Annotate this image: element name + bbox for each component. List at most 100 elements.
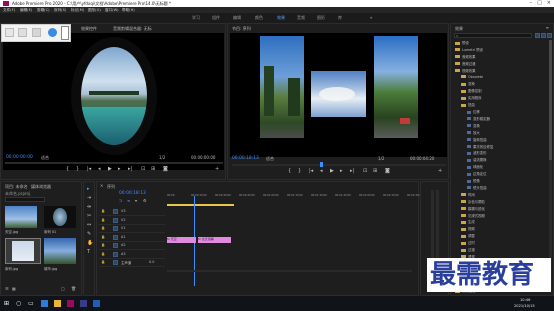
- overwrite-icon[interactable]: ⊞: [151, 167, 155, 172]
- task-view-icon[interactable]: ▭: [28, 300, 34, 307]
- effects-folder[interactable]: 生成: [461, 219, 475, 224]
- type-tool-icon[interactable]: T: [87, 249, 90, 255]
- effects-folder[interactable]: 时间: [461, 192, 475, 197]
- effect-item[interactable]: 湍流置换: [467, 157, 487, 162]
- prog-step-back-frame-icon[interactable]: ◂: [320, 169, 323, 174]
- lock-icon[interactable]: 🔒: [101, 243, 105, 247]
- lift-icon[interactable]: ⊡: [363, 169, 367, 174]
- effects-search-input[interactable]: ⌕: [454, 33, 532, 38]
- workspace-audio[interactable]: 音频: [297, 15, 305, 21]
- more-workspaces-icon[interactable]: »: [370, 15, 372, 20]
- options-icon[interactable]: [48, 28, 57, 37]
- effects-folder[interactable]: 杂色与颗粒: [461, 199, 485, 204]
- lock-icon[interactable]: 🔒: [101, 260, 105, 264]
- workspace-effects[interactable]: 效果: [277, 15, 285, 21]
- prog-step-back-icon[interactable]: |◂: [309, 169, 313, 174]
- program-fit-dropdown[interactable]: 适合: [266, 156, 274, 162]
- prog-export-frame-icon[interactable]: ◙: [385, 169, 390, 174]
- track-target-toggle[interactable]: [113, 243, 118, 248]
- step-forward-icon[interactable]: ▸|: [128, 167, 132, 172]
- linked-selection-icon[interactable]: ∞: [127, 198, 130, 203]
- prog-mark-out-icon[interactable]: }: [298, 169, 301, 174]
- slip-tool-icon[interactable]: ↔: [87, 222, 91, 228]
- prog-step-forward-icon[interactable]: ▸|: [350, 169, 354, 174]
- new-item-icon[interactable]: ▢: [61, 286, 65, 291]
- workspace-assembly[interactable]: 组件: [212, 15, 220, 21]
- track-header[interactable]: 🔒 V3: [99, 208, 165, 216]
- timeline-timecode[interactable]: 00:00:18:13: [119, 191, 146, 196]
- workspace-graphics[interactable]: 图形: [317, 15, 325, 21]
- project-thumb-selected[interactable]: [5, 238, 41, 264]
- effects-tab[interactable]: 效果: [455, 26, 463, 32]
- track-target-toggle[interactable]: [113, 251, 118, 257]
- maximize-button[interactable]: □: [537, 0, 542, 6]
- master-volume-value[interactable]: 0.0: [149, 260, 154, 264]
- track-select-tool-icon[interactable]: ⇥: [87, 195, 91, 201]
- new-capture-icon[interactable]: [5, 28, 14, 37]
- prog-step-forward-frame-icon[interactable]: ▸: [340, 169, 343, 174]
- premiere-taskbar-icon[interactable]: [67, 300, 74, 307]
- effect-item[interactable]: 旋转扭曲: [467, 137, 487, 142]
- effect-item[interactable]: 镜像: [467, 178, 480, 183]
- effects-folder[interactable]: Lumetri 预设: [455, 47, 483, 52]
- edge-icon[interactable]: [41, 300, 48, 307]
- razor-tool-icon[interactable]: ✂: [87, 213, 91, 219]
- export-frame-icon[interactable]: ◙: [163, 167, 168, 172]
- track-target-toggle[interactable]: [113, 260, 118, 265]
- prog-mark-in-icon[interactable]: {: [288, 169, 291, 174]
- effect-item[interactable]: 位移: [467, 109, 480, 114]
- project-thumb-sequence[interactable]: [44, 206, 76, 228]
- effects-folder[interactable]: 视频效果: [455, 68, 476, 73]
- mode-icon[interactable]: [18, 28, 27, 37]
- source-fit-dropdown[interactable]: 适合: [41, 155, 49, 161]
- track-header[interactable]: 🔒 V2: [99, 217, 165, 225]
- track-target-toggle[interactable]: [113, 226, 118, 231]
- effect-item[interactable]: 镜头扭曲: [467, 185, 487, 190]
- effect-item[interactable]: 放大: [467, 130, 480, 135]
- insert-icon[interactable]: ⊡: [141, 167, 145, 172]
- effects-folder[interactable]: 图像控制: [461, 88, 482, 93]
- effects-folder[interactable]: 实用程序: [461, 95, 482, 100]
- effects-folder[interactable]: Obsolete: [461, 75, 483, 79]
- work-area-bar[interactable]: [167, 204, 234, 206]
- pen-tool-icon[interactable]: ✎: [87, 231, 91, 237]
- timeline-tab[interactable]: 序列: [107, 184, 115, 190]
- effect-item[interactable]: 变换: [467, 123, 480, 128]
- pin-icon[interactable]: [61, 26, 69, 40]
- yuv-effects-icon[interactable]: [547, 33, 552, 38]
- list-view-icon[interactable]: ☰: [5, 286, 9, 291]
- program-scrub-bar[interactable]: [232, 162, 446, 167]
- accelerated-effects-icon[interactable]: [535, 33, 540, 38]
- hand-tool-icon[interactable]: ✋: [87, 240, 93, 246]
- media-browser-tab[interactable]: 媒体浏览器: [31, 184, 51, 190]
- program-timecode[interactable]: 00:00:18:13: [232, 156, 259, 161]
- effects-folder[interactable]: 扭曲: [461, 102, 475, 107]
- audio-mixer-tab[interactable]: 音频剪辑混合器: 无标: [113, 26, 152, 32]
- effect-controls-tab[interactable]: 效果控件: [81, 26, 97, 32]
- source-resolution-dropdown[interactable]: 1/2: [159, 155, 165, 160]
- track-header[interactable]: 🔒 主声道: [99, 259, 165, 267]
- lock-icon[interactable]: 🔒: [101, 252, 105, 256]
- time-ruler[interactable]: 00:00 00:00:15:00 00:00:30:00 00:00:45:00 00…: [167, 194, 423, 203]
- timeline-horizontal-scrollbar[interactable]: [167, 270, 412, 272]
- source-timecode[interactable]: 00:00:00:00: [6, 155, 33, 160]
- extract-icon[interactable]: ⊞: [373, 169, 377, 174]
- timeline-settings-icon[interactable]: ⚙: [143, 198, 147, 203]
- prog-play-icon[interactable]: ▶: [330, 169, 334, 174]
- lock-icon[interactable]: 🔒: [101, 226, 105, 230]
- program-resolution-dropdown[interactable]: 1/2: [378, 156, 384, 161]
- track-header[interactable]: 🔒 V1: [99, 225, 165, 233]
- program-playhead[interactable]: [320, 162, 323, 167]
- timeline-clip[interactable]: fx 天空: [167, 237, 196, 243]
- effect-item[interactable]: 果冻效应修复: [467, 144, 493, 149]
- track-header[interactable]: 🔒 A3: [99, 251, 165, 259]
- add-marker-icon[interactable]: ▾: [135, 198, 137, 203]
- word-taskbar-icon[interactable]: [93, 300, 100, 307]
- timeline-clip[interactable]: fx 交叉溶解: [198, 237, 231, 243]
- ripple-edit-tool-icon[interactable]: ⇹: [87, 204, 91, 210]
- search-icon[interactable]: ○: [16, 300, 21, 307]
- panel-menu-icon[interactable]: ≡: [546, 25, 549, 30]
- project-search-input[interactable]: [5, 197, 45, 202]
- project-tab[interactable]: 项目: 未命名: [5, 184, 28, 190]
- project-thumb-sky[interactable]: [5, 206, 37, 228]
